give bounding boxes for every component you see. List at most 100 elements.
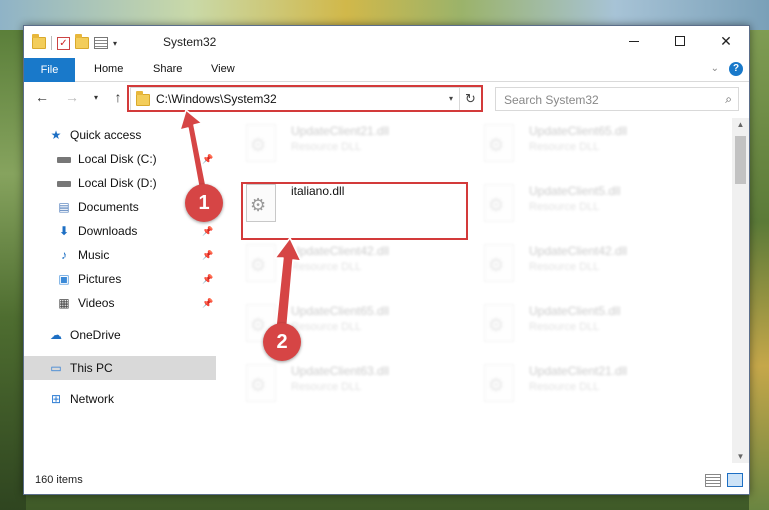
file-type: Resource DLL	[529, 141, 600, 153]
scroll-down-icon[interactable]: ▼	[732, 452, 749, 461]
videos-icon: ▦	[58, 296, 70, 310]
file-item[interactable]: UpdateClient21.dll Resource DLL	[472, 358, 702, 412]
details-view-icon[interactable]	[705, 474, 721, 487]
search-input[interactable]: Search System32 ⌕	[495, 87, 739, 111]
tab-home[interactable]: Home	[94, 63, 123, 75]
folder-icon	[32, 34, 46, 49]
sidebar-item-label: OneDrive	[70, 328, 121, 342]
sidebar-item-downloads[interactable]: ⬇ Downloads	[56, 220, 137, 242]
sidebar-item-network[interactable]: ⊞ Network	[48, 388, 114, 410]
file-name: UpdateClient65.dll	[291, 304, 390, 318]
up-button[interactable]: ↑	[109, 89, 127, 105]
address-highlight-box	[127, 85, 483, 112]
documents-icon: ▤	[58, 200, 70, 214]
sidebar-item-label: Local Disk (C:)	[78, 152, 157, 166]
downloads-icon: ⬇	[58, 224, 70, 238]
dll-file-icon	[484, 304, 514, 342]
sidebar-item-local-disk-c[interactable]: Local Disk (C:)	[56, 148, 157, 170]
sidebar-item-onedrive[interactable]: ☁ OneDrive	[48, 324, 121, 346]
file-highlight-box	[241, 182, 468, 240]
file-name: UpdateClient65.dll	[529, 124, 628, 138]
dll-file-icon	[484, 184, 514, 222]
disk-icon	[56, 152, 72, 166]
file-item[interactable]: UpdateClient42.dll Resource DLL	[234, 238, 464, 292]
back-button[interactable]: ←	[33, 89, 51, 105]
ribbon-tabs: File Home Share View ⌄ ?	[24, 58, 749, 82]
file-name: UpdateClient42.dll	[291, 244, 390, 258]
recent-locations-button[interactable]: ▾	[87, 93, 105, 102]
this-pc-icon: ▭	[50, 361, 62, 375]
properties-icon[interactable]	[94, 37, 108, 49]
window-title: System32	[163, 35, 217, 49]
help-icon[interactable]: ?	[729, 62, 743, 76]
file-type: Resource DLL	[529, 381, 600, 393]
sidebar-item-quick-access[interactable]: ★ Quick access	[48, 124, 142, 146]
dll-file-icon	[246, 124, 276, 162]
expand-ribbon-icon[interactable]: ⌄	[711, 63, 719, 74]
search-icon[interactable]: ⌕	[725, 92, 732, 107]
maximize-icon	[675, 36, 685, 46]
sidebar-item-videos[interactable]: ▦ Videos	[56, 292, 114, 314]
pin-icon: 📌	[202, 250, 214, 260]
sidebar-item-label: Quick access	[70, 128, 142, 142]
tab-share[interactable]: Share	[153, 63, 182, 75]
item-count: 160 items	[35, 474, 83, 486]
sidebar-item-documents[interactable]: ▤ Documents	[56, 196, 139, 218]
tab-view[interactable]: View	[211, 63, 235, 75]
file-name: UpdateClient5.dll	[529, 184, 621, 198]
minimize-button[interactable]	[611, 26, 657, 56]
onedrive-icon: ☁	[50, 328, 62, 342]
dll-file-icon	[246, 244, 276, 282]
disk-icon	[56, 176, 72, 190]
pin-icon: 📌	[202, 226, 214, 236]
file-name: UpdateClient63.dll	[291, 364, 390, 378]
large-icons-view-icon[interactable]	[727, 473, 743, 487]
file-item[interactable]: UpdateClient5.dll Resource DLL	[472, 178, 702, 232]
properties-check-icon[interactable]: ✓	[57, 36, 70, 50]
desktop-background-right	[749, 30, 769, 510]
sidebar-item-label: Documents	[78, 200, 139, 214]
pictures-icon: ▣	[58, 272, 70, 286]
sidebar-item-label: Music	[78, 248, 110, 262]
step-2-badge: 2	[263, 323, 301, 361]
sidebar-item-this-pc[interactable]: ▭ This PC	[48, 357, 113, 379]
sidebar-item-local-disk-d[interactable]: Local Disk (D:)	[56, 172, 157, 194]
maximize-button[interactable]	[657, 26, 703, 56]
sidebar-item-label: Downloads	[78, 224, 138, 238]
file-type: Resource DLL	[291, 141, 362, 153]
file-item[interactable]: UpdateClient42.dll Resource DLL	[472, 238, 702, 292]
toolbar-separator	[51, 36, 52, 50]
file-item[interactable]: UpdateClient5.dll Resource DLL	[472, 298, 702, 352]
close-button[interactable]: ✕	[703, 26, 749, 56]
step-1-badge: 1	[185, 184, 223, 222]
tab-file[interactable]: File	[24, 58, 75, 82]
file-item[interactable]: UpdateClient65.dll Resource DLL	[472, 118, 702, 172]
dll-file-icon	[484, 124, 514, 162]
file-item[interactable]: UpdateClient21.dll Resource DLL	[234, 118, 464, 172]
forward-button[interactable]: →	[63, 89, 81, 105]
file-type: Resource DLL	[291, 321, 362, 333]
dll-file-icon	[246, 364, 276, 402]
search-placeholder: Search System32	[504, 93, 599, 107]
file-item[interactable]: UpdateClient63.dll Resource DLL	[234, 358, 464, 412]
new-folder-icon[interactable]	[75, 34, 89, 49]
network-icon: ⊞	[50, 392, 62, 406]
sidebar-item-label: Videos	[78, 296, 115, 310]
customize-toolbar-icon[interactable]: ▾	[113, 39, 117, 48]
sidebar-item-pictures[interactable]: ▣ Pictures	[56, 268, 121, 290]
sidebar-item-label: Local Disk (D:)	[78, 176, 157, 190]
file-type: Resource DLL	[529, 261, 600, 273]
vertical-scrollbar[interactable]: ▲ ▼	[732, 118, 749, 463]
music-icon: ♪	[61, 248, 67, 262]
sidebar-item-music[interactable]: ♪ Music	[56, 244, 109, 266]
file-name: UpdateClient21.dll	[291, 124, 390, 138]
minimize-icon	[629, 40, 639, 42]
scroll-up-icon[interactable]: ▲	[732, 120, 749, 129]
file-name: UpdateClient42.dll	[529, 244, 628, 258]
star-icon: ★	[50, 128, 62, 142]
title-bar: ✓ ▾ System32 ✕	[24, 26, 749, 58]
sidebar-item-label: This PC	[70, 361, 113, 375]
file-type: Resource DLL	[291, 381, 362, 393]
scroll-thumb[interactable]	[735, 136, 746, 184]
file-list: UpdateClient21.dll Resource DLL UpdateCl…	[234, 118, 734, 463]
